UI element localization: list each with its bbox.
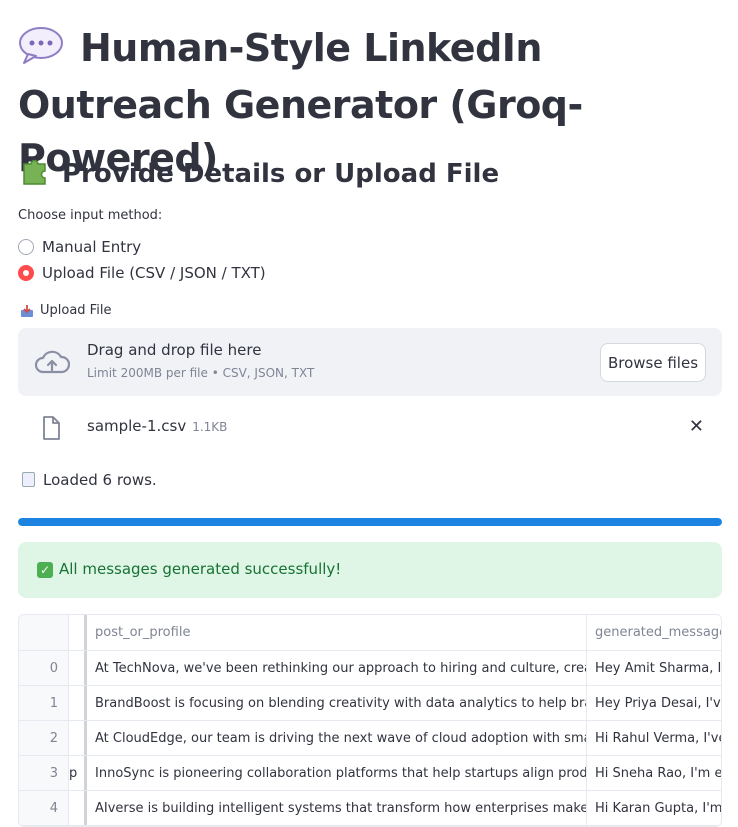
table-row[interactable]: 1 BrandBoost is focusing on blending cre… [19, 686, 721, 721]
uploaded-file-name: sample-1.csv 1.1KB [87, 417, 227, 435]
table-row[interactable]: 2 At CloudEdge, our team is driving the … [19, 721, 721, 756]
progress-bar [18, 518, 722, 526]
row-index: 4 [19, 791, 69, 825]
row-index: 2 [19, 721, 69, 755]
prev-column-cell[interactable] [69, 651, 87, 685]
prev-column-cell[interactable] [69, 721, 87, 755]
upload-file-label-text: Upload File [40, 303, 112, 318]
inbox-tray-icon [20, 304, 34, 318]
input-method-label: Choose input method: [18, 208, 163, 223]
progress-fill [18, 518, 722, 526]
radio-button-unchecked[interactable] [18, 239, 34, 255]
prev-column-cell[interactable] [69, 791, 87, 825]
section-subheader: Provide Details or Upload File [20, 156, 499, 195]
document-icon [22, 472, 35, 487]
message-cell[interactable]: Hi Karan Gupta, I'm cu [587, 791, 721, 825]
post-cell[interactable]: BrandBoost is focusing on blending creat… [87, 686, 587, 720]
close-icon[interactable]: ✕ [689, 416, 704, 437]
radio-label-upload: Upload File (CSV / JSON / TXT) [42, 264, 266, 282]
header-generated-message[interactable]: generated_message [587, 615, 721, 650]
loaded-rows-text: Loaded 6 rows. [43, 471, 157, 489]
prev-column-cell[interactable] [69, 686, 87, 720]
header-index [19, 615, 69, 650]
radio-upload-file[interactable]: Upload File (CSV / JSON / TXT) [18, 264, 266, 282]
file-icon [42, 416, 60, 440]
success-message: All messages generated successfully! [59, 560, 342, 578]
browse-files-button[interactable]: Browse files [600, 343, 706, 382]
row-index: 0 [19, 651, 69, 685]
table-row[interactable]: 3 p InnoSync is pioneering collaboration… [19, 756, 721, 791]
message-cell[interactable]: Hey Priya Desai, I've b [587, 686, 721, 720]
puzzle-piece-icon [20, 156, 50, 195]
radio-label-manual: Manual Entry [42, 238, 142, 256]
table-header: post_or_profile generated_message [19, 615, 721, 651]
message-cell[interactable]: Hi Rahul Verma, I've b [587, 721, 721, 755]
dropzone-instructions: Drag and drop file here [87, 341, 262, 359]
file-dropzone[interactable]: Drag and drop file here Limit 200MB per … [18, 328, 722, 396]
row-index: 3 [19, 756, 69, 790]
table-row[interactable]: 0 At TechNova, we've been rethinking our… [19, 651, 721, 686]
row-index: 1 [19, 686, 69, 720]
dropzone-limit-text: Limit 200MB per file • CSV, JSON, TXT [87, 366, 315, 380]
file-size: 1.1KB [192, 420, 228, 434]
uploaded-file-row: sample-1.csv 1.1KB ✕ [18, 408, 722, 446]
post-cell[interactable]: AIverse is building intelligent systems … [87, 791, 587, 825]
header-prev-column [69, 615, 87, 650]
results-table[interactable]: post_or_profile generated_message 0 At T… [18, 614, 722, 827]
cloud-upload-icon [34, 348, 71, 376]
prev-column-cell[interactable]: p [69, 756, 87, 790]
post-cell[interactable]: At CloudEdge, our team is driving the ne… [87, 721, 587, 755]
message-cell[interactable]: Hi Sneha Rao, I'm exci [587, 756, 721, 790]
message-cell[interactable]: Hey Amit Sharma, I'm [587, 651, 721, 685]
header-post-or-profile[interactable]: post_or_profile [87, 615, 587, 650]
success-alert: ✓ All messages generated successfully! [18, 542, 722, 598]
upload-file-label: Upload File [20, 303, 111, 318]
speech-balloon-icon [18, 25, 66, 79]
table-row[interactable]: 4 AIverse is building intelligent system… [19, 791, 721, 826]
radio-button-checked[interactable] [18, 265, 34, 281]
file-name-text: sample-1.csv [87, 417, 187, 435]
loaded-rows-status: Loaded 6 rows. [22, 471, 157, 489]
post-cell[interactable]: InnoSync is pioneering collaboration pla… [87, 756, 587, 790]
check-mark-icon: ✓ [37, 562, 53, 578]
post-cell[interactable]: At TechNova, we've been rethinking our a… [87, 651, 587, 685]
subheader-text: Provide Details or Upload File [62, 159, 500, 189]
radio-manual-entry[interactable]: Manual Entry [18, 238, 141, 256]
